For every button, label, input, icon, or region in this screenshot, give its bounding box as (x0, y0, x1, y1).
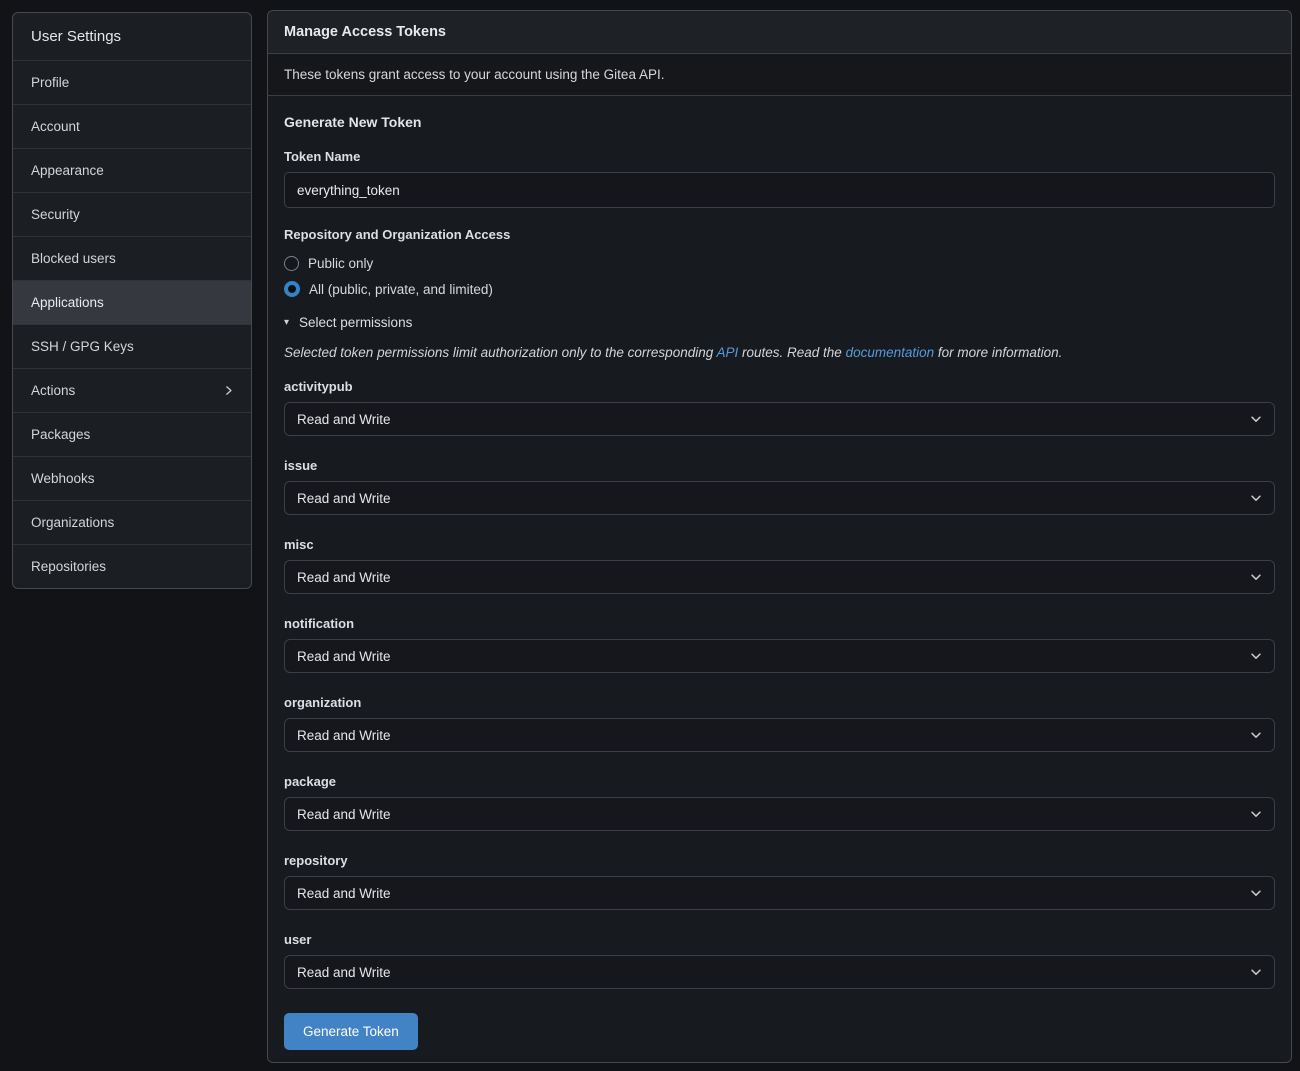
sidebar-item[interactable]: Repositories (13, 544, 251, 588)
sidebar-item-label: Packages (31, 427, 90, 442)
scope-block: misc Read and Write (284, 537, 1275, 594)
scope-block: user Read and Write (284, 932, 1275, 989)
scope-block: repository Read and Write (284, 853, 1275, 910)
scope-label: misc (284, 537, 1275, 552)
scope-select[interactable]: Read and Write (284, 481, 1275, 515)
scope-label: package (284, 774, 1275, 789)
scope-select-wrap: Read and Write (284, 560, 1275, 594)
scope-block: issue Read and Write (284, 458, 1275, 515)
scope-select-wrap: Read and Write (284, 639, 1275, 673)
scope-label: issue (284, 458, 1275, 473)
access-radio-option[interactable]: All (public, private, and limited) (284, 276, 1275, 302)
sidebar-item[interactable]: Actions (13, 368, 251, 412)
documentation-link[interactable]: documentation (846, 345, 935, 360)
scope-block: activitypub Read and Write (284, 379, 1275, 436)
scope-select-wrap: Read and Write (284, 402, 1275, 436)
scope-select-wrap: Read and Write (284, 797, 1275, 831)
settings-sidebar: User Settings Profile Account Appearance… (12, 12, 252, 589)
sidebar-item-label: SSH / GPG Keys (31, 339, 134, 354)
sidebar-item-label: Blocked users (31, 251, 116, 266)
sidebar-item[interactable]: SSH / GPG Keys (13, 324, 251, 368)
manage-tokens-panel: Manage Access Tokens These tokens grant … (267, 10, 1292, 1063)
sidebar-item-label: Account (31, 119, 80, 134)
sidebar-item-label: Webhooks (31, 471, 95, 486)
sidebar-item[interactable]: Organizations (13, 500, 251, 544)
access-radio-option[interactable]: Public only (284, 250, 1275, 276)
sidebar-item[interactable]: Account (13, 104, 251, 148)
scope-label: activitypub (284, 379, 1275, 394)
generate-token-button[interactable]: Generate Token (284, 1013, 418, 1050)
scope-label: user (284, 932, 1275, 947)
sidebar-item[interactable]: Profile (13, 60, 251, 104)
sidebar-item[interactable]: Appearance (13, 148, 251, 192)
sidebar-item-label: Profile (31, 75, 69, 90)
sidebar-item[interactable]: Applications (13, 280, 251, 324)
collapse-triangle-icon: ▾ (284, 318, 289, 328)
access-radio-group: Public only All (public, private, and li… (284, 250, 1275, 302)
scope-select-wrap: Read and Write (284, 481, 1275, 515)
note-text: Selected token permissions limit authori… (284, 345, 716, 360)
scope-select[interactable]: Read and Write (284, 876, 1275, 910)
sidebar-item[interactable]: Webhooks (13, 456, 251, 500)
api-link[interactable]: API (716, 345, 738, 360)
scope-select[interactable]: Read and Write (284, 560, 1275, 594)
scope-select[interactable]: Read and Write (284, 639, 1275, 673)
radio-icon[interactable] (284, 281, 300, 297)
generate-token-form: Generate New Token Token Name Repository… (268, 96, 1291, 1062)
sidebar-title: User Settings (13, 13, 251, 60)
scope-block: package Read and Write (284, 774, 1275, 831)
sidebar-item-label: Security (31, 207, 80, 222)
sidebar-item[interactable]: Packages (13, 412, 251, 456)
note-text: for more information. (934, 345, 1062, 360)
sidebar-item[interactable]: Blocked users (13, 236, 251, 280)
radio-label: All (public, private, and limited) (309, 282, 493, 297)
sidebar-item-label: Repositories (31, 559, 106, 574)
scope-block: notification Read and Write (284, 616, 1275, 673)
permissions-note: Selected token permissions limit authori… (284, 345, 1275, 360)
token-name-label: Token Name (284, 149, 1275, 164)
select-permissions-label: Select permissions (299, 315, 412, 330)
page: User Settings Profile Account Appearance… (0, 0, 1300, 1071)
scope-select-wrap: Read and Write (284, 955, 1275, 989)
scope-select[interactable]: Read and Write (284, 797, 1275, 831)
scope-list: activitypub Read and Write issue Read an… (284, 379, 1275, 989)
sidebar-item-label: Appearance (31, 163, 104, 178)
scope-select-wrap: Read and Write (284, 876, 1275, 910)
sidebar-item-label: Actions (31, 383, 75, 398)
scope-label: repository (284, 853, 1275, 868)
scope-label: notification (284, 616, 1275, 631)
radio-icon[interactable] (284, 256, 299, 271)
panel-title: Manage Access Tokens (268, 11, 1291, 54)
scope-select[interactable]: Read and Write (284, 718, 1275, 752)
scope-select-wrap: Read and Write (284, 718, 1275, 752)
sidebar-item-label: Applications (31, 295, 104, 310)
sidebar-menu: Profile Account Appearance Security Bloc… (13, 60, 251, 588)
scope-select[interactable]: Read and Write (284, 402, 1275, 436)
select-permissions-toggle[interactable]: ▾ Select permissions (284, 315, 412, 330)
scope-block: organization Read and Write (284, 695, 1275, 752)
panel-description: These tokens grant access to your accoun… (268, 54, 1291, 96)
scope-select[interactable]: Read and Write (284, 955, 1275, 989)
chevron-right-icon (222, 384, 235, 397)
radio-label: Public only (308, 256, 373, 271)
sidebar-item[interactable]: Security (13, 192, 251, 236)
sidebar-item-label: Organizations (31, 515, 114, 530)
note-text: routes. Read the (738, 345, 845, 360)
access-scope-label: Repository and Organization Access (284, 227, 1275, 242)
scope-label: organization (284, 695, 1275, 710)
token-name-input[interactable] (284, 172, 1275, 208)
section-title: Generate New Token (284, 114, 1275, 130)
